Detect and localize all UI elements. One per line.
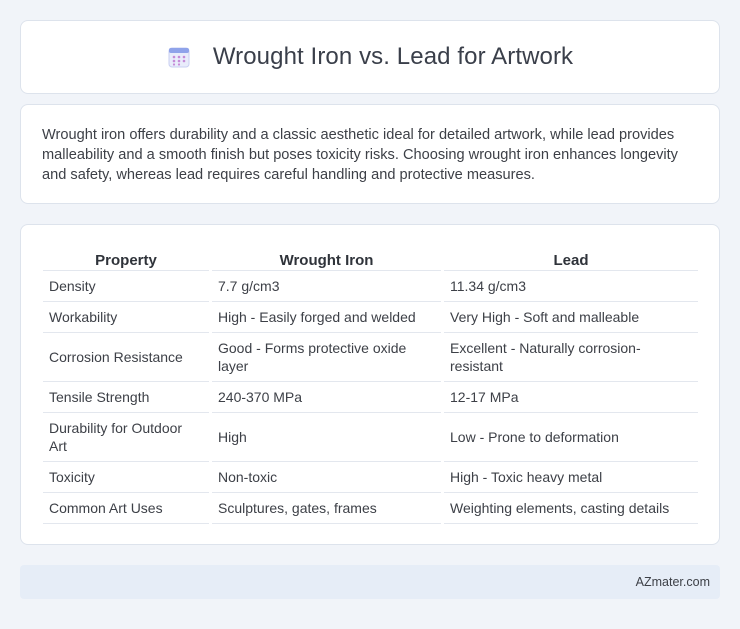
table-cell-lead: Very High - Soft and malleable [444,302,698,333]
table-cell-wrought-iron: Sculptures, gates, frames [212,493,441,524]
table-row: Durability for Outdoor Art High Low - Pr… [43,413,698,462]
table-cell-property: Workability [43,302,209,333]
table-cell-lead: Weighting elements, casting details [444,493,698,524]
table-cell-property: Durability for Outdoor Art [43,413,209,462]
table-row: Corrosion Resistance Good - Forms protec… [43,333,698,382]
table-cell-wrought-iron: 7.7 g/cm3 [212,271,441,302]
table-row: Toxicity Non-toxic High - Toxic heavy me… [43,462,698,493]
title-wrap: Wrought Iron vs. Lead for Artwork [167,43,573,71]
footer: AZmater.com [20,565,720,599]
column-header-property: Property [43,244,209,271]
table-header-row: Property Wrought Iron Lead [43,244,698,271]
table-cell-property: Corrosion Resistance [43,333,209,382]
table-cell-wrought-iron: High - Easily forged and welded [212,302,441,333]
table-row: Tensile Strength 240-370 MPa 12-17 MPa [43,382,698,413]
comparison-table: Property Wrought Iron Lead Density 7.7 g… [40,244,701,524]
column-header-lead: Lead [444,244,698,271]
table-cell-lead: Excellent - Naturally corrosion-resistan… [444,333,698,382]
calendar-icon [168,47,190,68]
table-row: Common Art Uses Sculptures, gates, frame… [43,493,698,524]
footer-site-link[interactable]: AZmater.com [636,575,710,589]
table-cell-property: Density [43,271,209,302]
table-cell-lead: High - Toxic heavy metal [444,462,698,493]
page-title: Wrought Iron vs. Lead for Artwork [212,43,574,70]
title-card: Wrought Iron vs. Lead for Artwork [20,20,720,94]
table-row: Density 7.7 g/cm3 11.34 g/cm3 [43,271,698,302]
table-card: Property Wrought Iron Lead Density 7.7 g… [20,224,720,545]
table-cell-property: Tensile Strength [43,382,209,413]
table-cell-lead: 11.34 g/cm3 [444,271,698,302]
summary-text: Wrought iron offers durability and a cla… [42,127,678,183]
table-cell-wrought-iron: Non-toxic [212,462,441,493]
table-cell-lead: Low - Prone to deformation [444,413,698,462]
table-row: Workability High - Easily forged and wel… [43,302,698,333]
table-cell-property: Common Art Uses [43,493,209,524]
table-cell-wrought-iron: 240-370 MPa [212,382,441,413]
summary-card: Wrought iron offers durability and a cla… [20,104,720,204]
column-header-wrought-iron: Wrought Iron [212,244,441,271]
table-cell-property: Toxicity [43,462,209,493]
table-cell-wrought-iron: Good - Forms protective oxide layer [212,333,441,382]
table-cell-wrought-iron: High [212,413,441,462]
table-cell-lead: 12-17 MPa [444,382,698,413]
